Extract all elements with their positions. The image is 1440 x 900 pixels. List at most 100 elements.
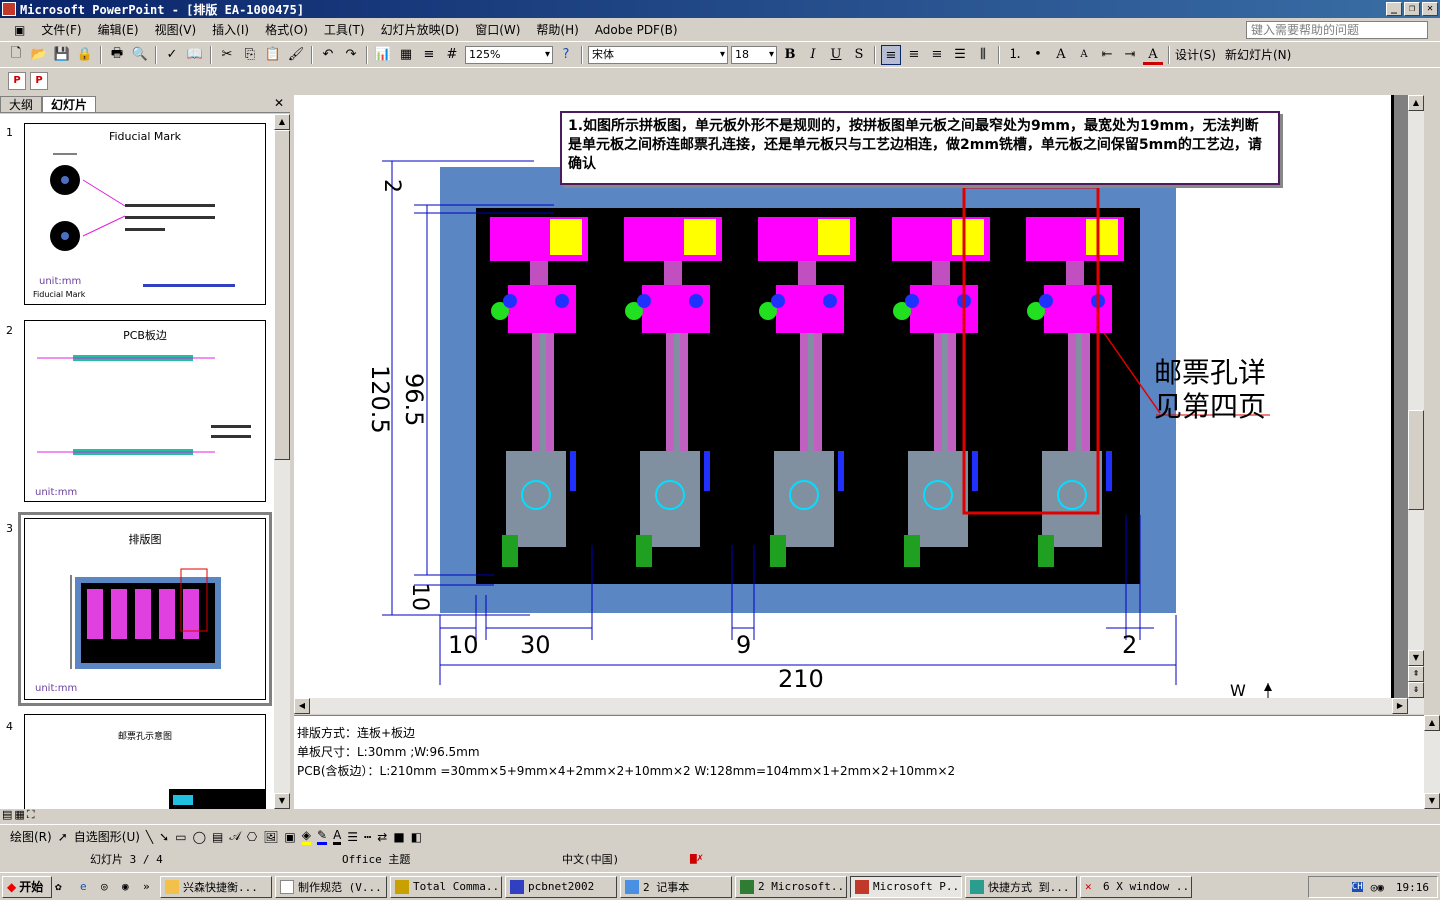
menu-format[interactable]: 格式(O) xyxy=(257,21,316,38)
rectangle-icon[interactable]: ▭ xyxy=(175,830,186,844)
textbox-icon[interactable]: ▤ xyxy=(212,830,223,844)
task-button[interactable]: 2 Microsoft... xyxy=(735,875,847,898)
insert-table-icon[interactable]: ▦ xyxy=(396,45,416,65)
line-color-icon[interactable]: ✎ xyxy=(317,828,328,845)
menu-slideshow[interactable]: 幻灯片放映(D) xyxy=(373,21,468,38)
decrease-font-icon[interactable]: A xyxy=(1074,45,1094,65)
dash-style-icon[interactable]: ┅ xyxy=(364,830,371,844)
notes-scrollbar[interactable]: ▲ ▼ xyxy=(1424,715,1440,809)
normal-view-icon[interactable]: ▤ xyxy=(2,808,12,822)
3d-icon[interactable]: ◧ xyxy=(411,830,422,844)
save-icon[interactable]: 💾 xyxy=(52,45,72,65)
new-icon[interactable]: 🗋 xyxy=(6,45,26,65)
minimize-button[interactable]: _ xyxy=(1386,2,1402,16)
help-icon[interactable]: ? xyxy=(556,45,576,65)
distribute-button[interactable]: ⫼ xyxy=(973,45,993,65)
quick-launch-icon[interactable]: ◉ xyxy=(122,880,140,893)
task-button[interactable]: 制作规范 (V... xyxy=(275,875,387,898)
oval-icon[interactable]: ◯ xyxy=(193,830,206,844)
font-color-icon[interactable]: A xyxy=(333,828,342,845)
research-icon[interactable]: 📖 xyxy=(185,45,205,65)
menu-edit[interactable]: 编辑(E) xyxy=(90,21,147,38)
wordart-icon[interactable]: 𝒜 xyxy=(229,829,240,844)
arrow-style-icon[interactable]: ⇄ xyxy=(377,830,387,844)
font-size-select[interactable]: 18 xyxy=(731,45,777,64)
task-button-active[interactable]: Microsoft P... xyxy=(850,875,962,898)
quick-launch-more-icon[interactable]: » xyxy=(143,880,157,893)
underline-button[interactable]: U xyxy=(826,45,846,65)
arrow-icon[interactable]: ➘ xyxy=(159,830,169,844)
justify-button[interactable]: ☰ xyxy=(950,45,970,65)
task-button[interactable]: pcbnet2002 xyxy=(505,875,617,898)
menu-doc-icon[interactable]: ▣ xyxy=(6,23,33,37)
task-button[interactable]: 兴森快捷衡... xyxy=(160,875,272,898)
copy-icon[interactable]: ⎘ xyxy=(240,45,260,65)
line-icon[interactable]: ╲ xyxy=(146,830,153,844)
shadow-icon[interactable]: ■ xyxy=(393,830,404,844)
slide-thumbnail-1[interactable]: Fiducial Mark unit:mm Fiducial Mark xyxy=(24,123,266,305)
menu-window[interactable]: 窗口(W) xyxy=(467,21,528,38)
diagram-icon[interactable]: ⎔ xyxy=(247,830,257,844)
tab-outline[interactable]: 大纲 xyxy=(0,96,43,112)
print-icon[interactable]: 🖶 xyxy=(107,45,127,65)
new-slide-button[interactable]: 新幻灯片(N) xyxy=(1225,46,1291,63)
bullets-icon[interactable]: • xyxy=(1028,45,1048,65)
numbering-icon[interactable]: ⒈ xyxy=(1005,45,1025,65)
slide-thumbnail-3[interactable]: 排版图 unit:mm xyxy=(18,512,272,706)
increase-indent-icon[interactable]: ⇥ xyxy=(1120,45,1140,65)
insert-chart-icon[interactable]: 📊 xyxy=(373,45,393,65)
menu-tools[interactable]: 工具(T) xyxy=(316,21,373,38)
slide-thumbnail-2[interactable]: PCB板边 unit:mm xyxy=(24,320,266,502)
menu-adobe-pdf[interactable]: Adobe PDF(B) xyxy=(587,23,686,37)
tab-slides[interactable]: 幻灯片 xyxy=(42,96,97,112)
align-left-button[interactable]: ≡ xyxy=(881,44,901,65)
cut-icon[interactable]: ✂ xyxy=(217,45,237,65)
design-button[interactable]: 设计(S) xyxy=(1175,46,1216,63)
bold-button[interactable]: B xyxy=(780,45,800,65)
quick-launch-icon[interactable]: ✿ xyxy=(55,880,77,893)
notes-pane[interactable]: 排版方式：连板+板边 单板尺寸：L:30mm ;W:96.5mm PCB(含板边… xyxy=(294,715,1424,809)
slide-sorter-icon[interactable]: ▦ xyxy=(14,808,24,822)
task-button[interactable]: 快捷方式 到... xyxy=(965,875,1077,898)
task-button[interactable]: ✕ 6 X window ... xyxy=(1080,875,1192,898)
shadow-button[interactable]: S xyxy=(849,45,869,65)
permission-icon[interactable]: 🔒 xyxy=(75,45,95,65)
italic-button[interactable]: I xyxy=(803,45,823,65)
zoom-select[interactable]: 125% xyxy=(465,45,553,64)
open-icon[interactable]: 📂 xyxy=(29,45,49,65)
format-painter-icon[interactable]: 🖌 xyxy=(286,45,306,65)
powerpoint-app-icon[interactable] xyxy=(2,2,16,16)
line-style-icon[interactable]: ☰ xyxy=(347,830,358,844)
editor-vertical-scrollbar[interactable]: ▲ ▼ ⇞ ⇟ xyxy=(1408,95,1424,698)
ie-icon[interactable]: e xyxy=(80,880,98,893)
undo-icon[interactable]: ↶ xyxy=(318,45,338,65)
ime-icon[interactable]: CH xyxy=(1351,882,1363,892)
decrease-indent-icon[interactable]: ⇤ xyxy=(1097,45,1117,65)
draw-menu[interactable]: 绘图(R) xyxy=(10,828,52,845)
scroll-thumb[interactable] xyxy=(274,130,290,460)
slideshow-icon[interactable]: ⛶ xyxy=(27,808,35,822)
help-search-input[interactable]: 键入需要帮助的问题 xyxy=(1246,21,1428,39)
menu-file[interactable]: 文件(F) xyxy=(33,21,89,38)
redo-icon[interactable]: ↷ xyxy=(341,45,361,65)
align-center-button[interactable]: ≡ xyxy=(904,45,924,65)
menu-view[interactable]: 视图(V) xyxy=(147,21,205,38)
start-button[interactable]: ◆ 开始 xyxy=(2,875,52,898)
increase-font-icon[interactable]: A xyxy=(1051,45,1071,65)
font-color-icon[interactable]: A xyxy=(1143,45,1163,65)
autoshapes-menu[interactable]: 自选图形(U) xyxy=(74,828,140,845)
select-pointer-icon[interactable]: ➚ xyxy=(58,830,68,844)
thumbnail-scrollbar[interactable]: ▲ ▼ xyxy=(274,114,290,809)
close-pane-icon[interactable]: ✕ xyxy=(274,96,284,110)
task-button[interactable]: 2 记事本 xyxy=(620,875,732,898)
quick-launch-icon[interactable]: ◎ xyxy=(101,880,119,893)
menu-insert[interactable]: 插入(I) xyxy=(204,21,257,38)
callout-textbox[interactable]: 1.如图所示拼板图，单元板外形不是规则的，按拼板图单元板之间最窄处为9mm，最宽… xyxy=(560,111,1280,185)
fill-color-icon[interactable]: ◈ xyxy=(301,828,311,845)
restore-button[interactable]: ❐ xyxy=(1404,2,1420,16)
task-button[interactable]: Total Comma... xyxy=(390,875,502,898)
grid-icon[interactable]: # xyxy=(442,45,462,65)
font-select[interactable]: 宋体 xyxy=(588,45,728,64)
paste-icon[interactable]: 📋 xyxy=(263,45,283,65)
expand-all-icon[interactable]: ≡ xyxy=(419,45,439,65)
